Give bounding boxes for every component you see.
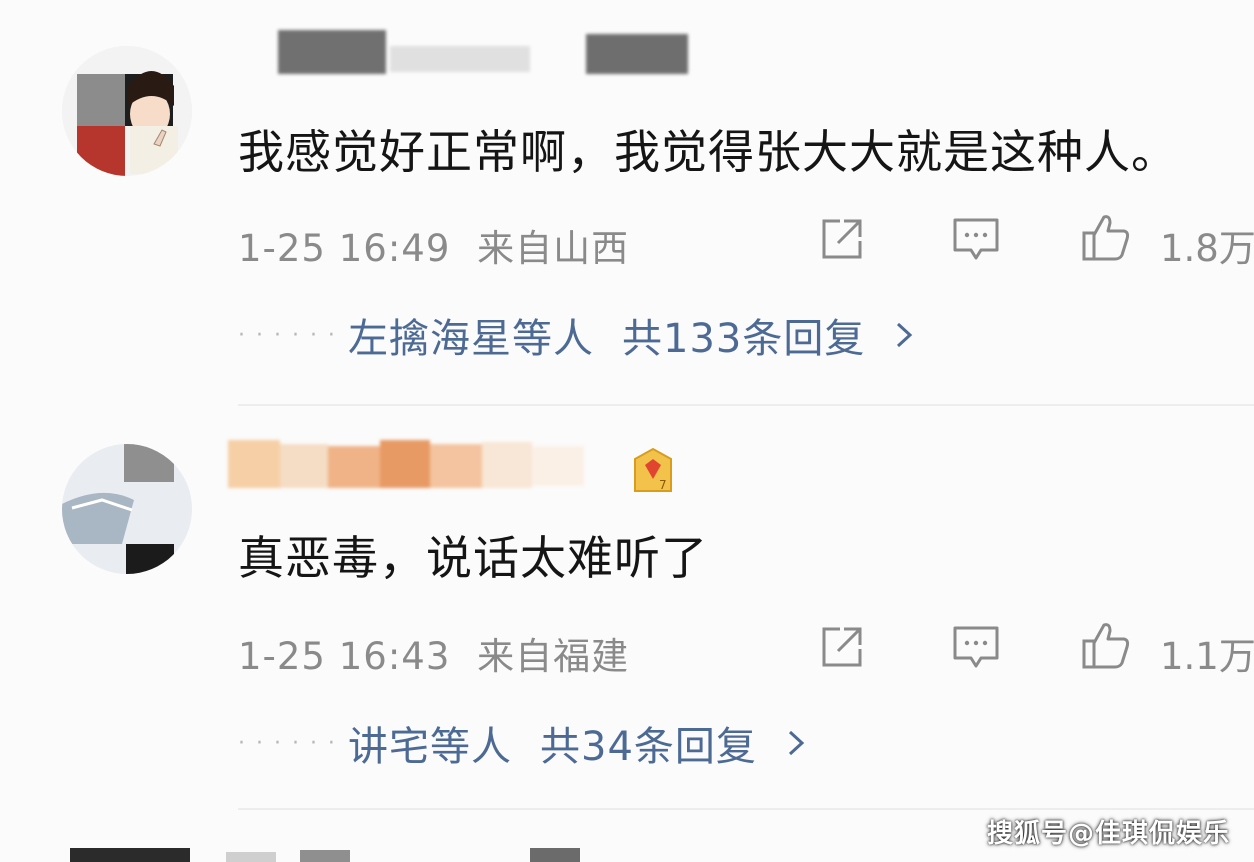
thumbs-up-icon [1082,215,1130,261]
svg-text:7: 7 [659,478,667,492]
timestamp: 1-25 16:43 [238,635,451,678]
thumbs-up-icon [1082,623,1130,669]
chevron-right-icon [887,315,921,355]
gold-badge-icon: 7 [630,444,676,496]
comment-item: 7 真恶毒，说话太难听了 1-25 16:43 来自福建 1.1万 · · · … [0,406,1254,806]
view-replies-link[interactable]: · · · · · · 讲宅等人 共34条回复 [238,714,813,772]
reply-count: 共133条回复 [622,316,866,362]
timestamp: 1-25 16:49 [238,227,451,270]
username-obscured [240,28,688,74]
comment-icon [953,626,999,668]
share-button[interactable] [816,621,868,673]
view-replies-link[interactable]: · · · · · · 左擒海星等人 共133条回复 [238,306,921,364]
reply-users: 讲宅等人 [348,724,512,770]
partial-row-obscured [70,848,580,862]
like-button[interactable] [1080,211,1132,263]
reply-count: 共34条回复 [540,724,757,770]
comment-text: 我感觉好正常啊，我觉得张大大就是这种人。 [238,125,1178,179]
like-count: 1.8万 [1160,227,1254,270]
share-icon [822,627,862,667]
comment-divider [238,808,1254,810]
comment-feed: 我感觉好正常啊，我觉得张大大就是这种人。 1-25 16:49 来自山西 1.8… [0,0,1254,862]
comment-item: 我感觉好正常啊，我觉得张大大就是这种人。 1-25 16:49 来自山西 1.8… [0,0,1254,405]
comment-meta: 1-25 16:43 来自福建 [238,626,629,680]
reply-users: 左擒海星等人 [348,316,594,362]
avatar[interactable] [62,46,192,176]
comment-text: 真恶毒，说话太难听了 [238,531,708,585]
share-button[interactable] [816,213,868,265]
comment-button[interactable] [950,213,1002,265]
comment-meta: 1-25 16:49 来自山西 [238,218,629,272]
watermark: 搜狐号@佳琪侃娱乐 [986,819,1230,849]
dots-divider: · · · · · · [238,730,337,756]
comment-button[interactable] [950,621,1002,673]
avatar[interactable] [62,444,192,574]
comment-icon [953,218,999,260]
location: 来自山西 [477,227,630,270]
share-icon [822,219,862,259]
chevron-right-icon [779,723,813,763]
like-button[interactable] [1080,619,1132,671]
dots-divider: · · · · · · [238,322,337,348]
like-count: 1.1万 [1160,635,1254,678]
location: 来自福建 [477,635,630,678]
username-obscured [226,438,606,488]
